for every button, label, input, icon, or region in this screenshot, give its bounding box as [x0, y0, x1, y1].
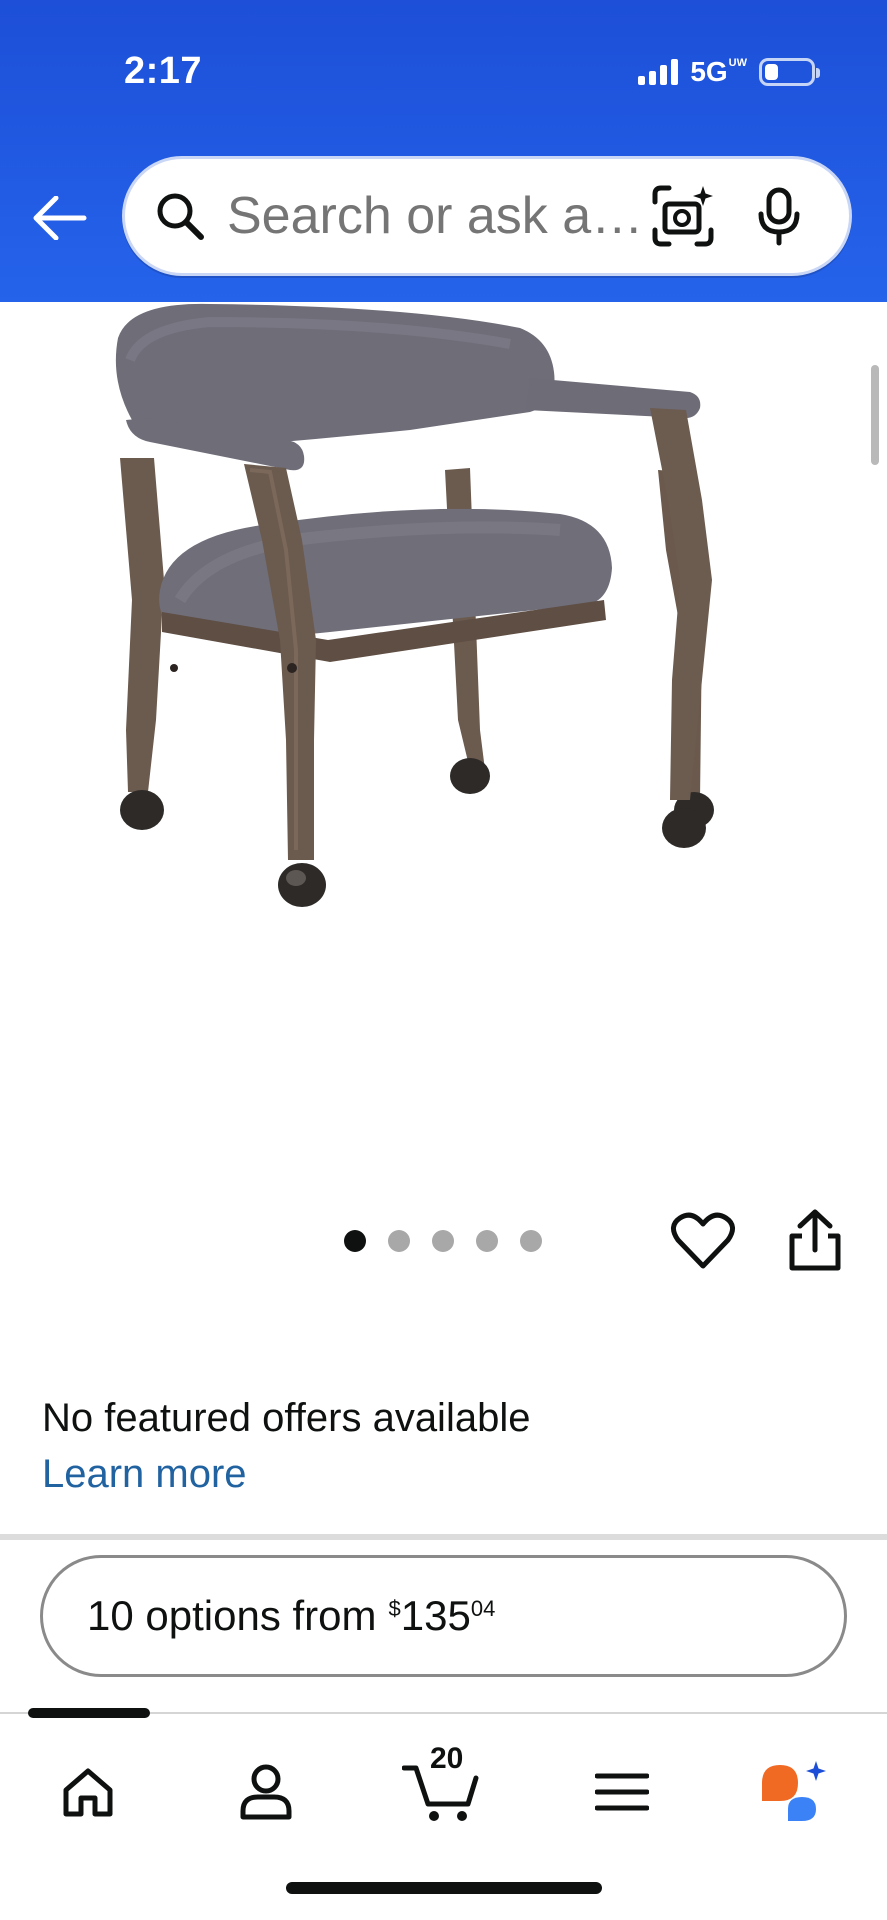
pagination-dot[interactable] [432, 1230, 454, 1252]
product-image-chair[interactable] [90, 300, 800, 1140]
rufus-assistant-icon [762, 1761, 826, 1821]
pagination-dot[interactable] [388, 1230, 410, 1252]
nav-account[interactable] [226, 1752, 306, 1832]
options-label: 10 options from [87, 1592, 377, 1639]
image-pagination[interactable] [344, 1230, 542, 1252]
home-indicator [286, 1882, 602, 1894]
back-button[interactable] [30, 190, 90, 246]
header: 2:17 5G UW [0, 0, 887, 302]
active-tab-indicator [28, 1708, 150, 1718]
pagination-dot[interactable] [344, 1230, 366, 1252]
heart-icon[interactable] [670, 1208, 736, 1274]
microphone-icon[interactable] [753, 186, 805, 246]
search-input[interactable] [227, 186, 647, 246]
battery-icon [759, 58, 820, 86]
nav-assistant[interactable] [754, 1752, 834, 1832]
share-icon[interactable] [786, 1208, 844, 1274]
home-icon [63, 1768, 113, 1817]
section-divider [0, 1534, 887, 1540]
buying-options-button[interactable]: 10 options from $ 135 04 [40, 1555, 847, 1677]
network-label: 5G UW [690, 56, 747, 87]
signal-icon [638, 59, 679, 85]
search-bar[interactable] [122, 156, 852, 276]
account-icon [240, 1764, 292, 1820]
cart-count-badge: 20 [430, 1742, 464, 1775]
pagination-dot[interactable] [476, 1230, 498, 1252]
no-offers-text: No featured offers available [42, 1396, 531, 1440]
nav-menu[interactable] [582, 1752, 662, 1832]
price: $ 135 04 [388, 1592, 496, 1639]
camera-lens-icon[interactable] [651, 184, 715, 248]
status-time: 2:17 [124, 50, 203, 92]
learn-more-link[interactable]: Learn more [42, 1452, 247, 1497]
scroll-indicator[interactable] [871, 365, 879, 465]
arrow-left-icon [33, 196, 87, 240]
menu-icon [595, 1773, 649, 1811]
pagination-dot[interactable] [520, 1230, 542, 1252]
search-icon [157, 193, 204, 240]
status-indicators: 5G UW [638, 56, 820, 88]
nav-home[interactable] [48, 1752, 128, 1832]
